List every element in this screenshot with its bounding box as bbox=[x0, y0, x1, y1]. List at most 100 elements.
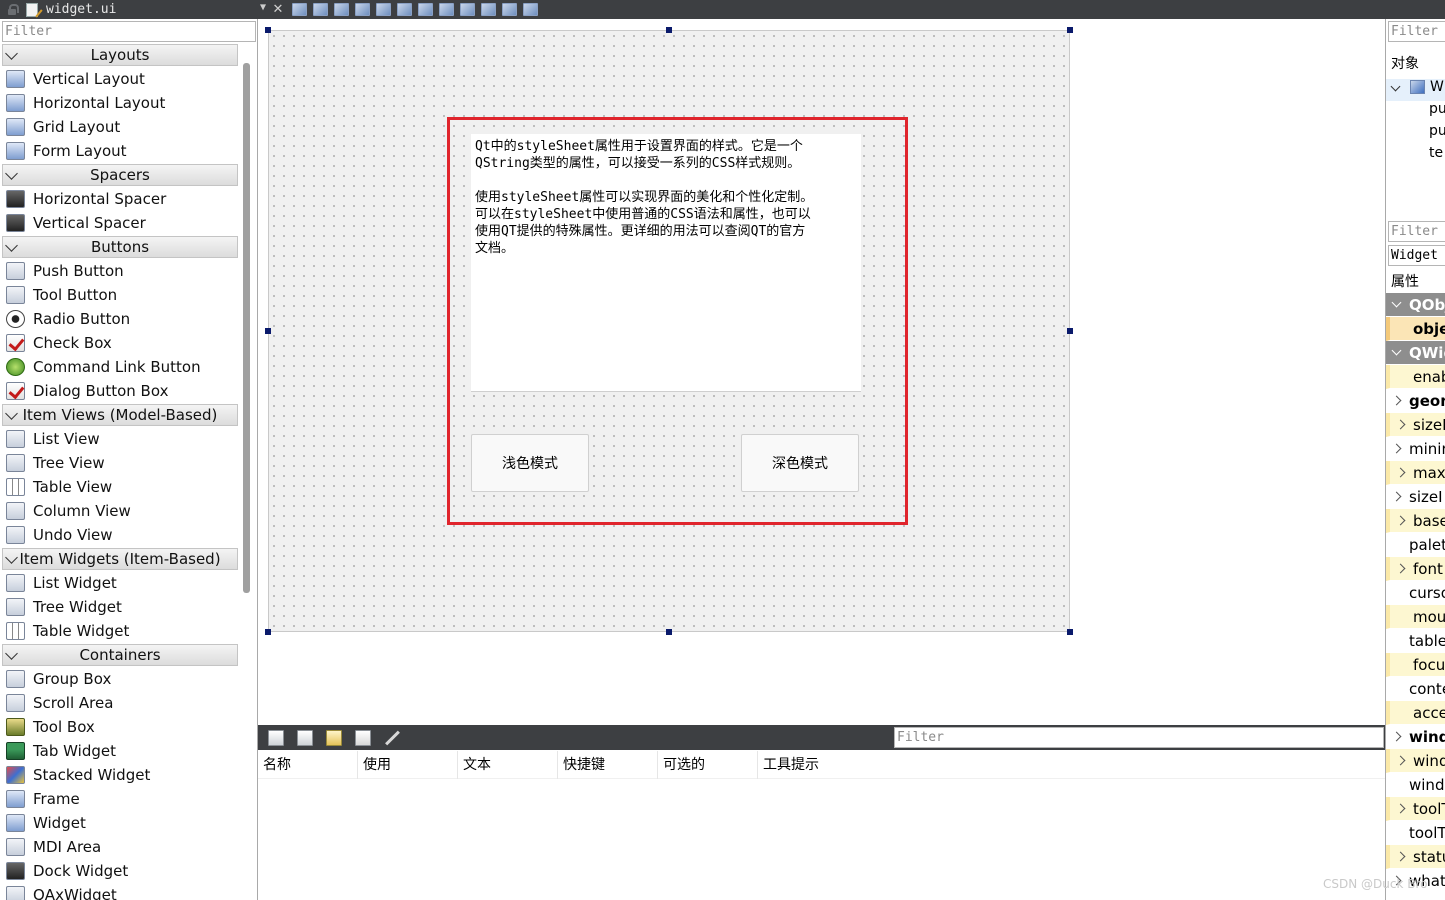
chevron-down-icon[interactable] bbox=[5, 239, 18, 252]
configure-icon[interactable] bbox=[384, 730, 400, 746]
column-header[interactable]: 使用 bbox=[358, 751, 458, 779]
widget-box-item[interactable]: Push Button bbox=[0, 259, 240, 283]
property-row[interactable]: sizeI bbox=[1386, 485, 1445, 509]
category-header[interactable]: Buttons bbox=[2, 236, 238, 258]
property-row[interactable]: obje bbox=[1386, 317, 1445, 341]
property-row[interactable]: base bbox=[1386, 509, 1445, 533]
widget-box-item[interactable]: Tool Button bbox=[0, 283, 240, 307]
light-mode-button[interactable]: 浅色模式 bbox=[471, 434, 589, 492]
column-header[interactable]: 快捷键 bbox=[558, 751, 658, 779]
chevron-right-icon[interactable] bbox=[1391, 731, 1402, 742]
chevron-down-icon[interactable]: ▼ bbox=[260, 2, 266, 13]
widget-box-item[interactable]: Grid Layout bbox=[0, 115, 240, 139]
dark-mode-button[interactable]: 深色模式 bbox=[741, 434, 859, 492]
property-row[interactable]: palet bbox=[1386, 533, 1445, 557]
property-row[interactable]: wind bbox=[1386, 773, 1445, 797]
property-row[interactable]: wind bbox=[1386, 749, 1445, 773]
property-row[interactable]: table bbox=[1386, 629, 1445, 653]
widget-box-item[interactable]: Horizontal Layout bbox=[0, 91, 240, 115]
object-filter-input[interactable]: Filter bbox=[1388, 21, 1445, 42]
chevron-right-icon[interactable] bbox=[1395, 803, 1406, 814]
widget-box-item[interactable]: Radio Button bbox=[0, 307, 240, 331]
widget-box-item[interactable]: Table View bbox=[0, 475, 240, 499]
property-row[interactable]: font bbox=[1386, 557, 1445, 581]
widget-box-item[interactable]: Scroll Area bbox=[0, 691, 240, 715]
tree-row[interactable]: pu bbox=[1386, 101, 1445, 123]
widget-box-item[interactable]: Group Box bbox=[0, 667, 240, 691]
property-row[interactable]: toolT bbox=[1386, 797, 1445, 821]
property-row[interactable]: QWid bbox=[1386, 341, 1445, 365]
widget-box-item[interactable]: Tab Widget bbox=[0, 739, 240, 763]
widget-box-scrollbar[interactable] bbox=[243, 63, 250, 593]
chevron-right-icon[interactable] bbox=[1391, 395, 1402, 406]
widget-box-item[interactable]: List View bbox=[0, 427, 240, 451]
chevron-right-icon[interactable] bbox=[1395, 419, 1406, 430]
property-row[interactable]: statu bbox=[1386, 845, 1445, 869]
category-header[interactable]: Item Views (Model-Based) bbox=[2, 404, 238, 426]
property-row[interactable]: conte bbox=[1386, 677, 1445, 701]
chevron-down-icon[interactable] bbox=[1390, 81, 1401, 92]
widget-box-item[interactable]: Tool Box bbox=[0, 715, 240, 739]
chevron-down-icon[interactable] bbox=[1391, 345, 1402, 356]
chevron-right-icon[interactable] bbox=[1391, 443, 1402, 454]
resize-handle[interactable] bbox=[666, 629, 672, 635]
widget-box-item[interactable]: Widget bbox=[0, 811, 240, 835]
chevron-down-icon[interactable] bbox=[1391, 297, 1402, 308]
layout-horizontal-icon[interactable] bbox=[376, 3, 391, 16]
edit-buddies-icon[interactable] bbox=[334, 3, 349, 16]
property-row[interactable]: sizeP bbox=[1386, 413, 1445, 437]
category-header[interactable]: Layouts bbox=[2, 44, 238, 66]
widget-box-item[interactable]: Column View bbox=[0, 499, 240, 523]
column-header[interactable]: 文本 bbox=[458, 751, 558, 779]
category-header[interactable]: Spacers bbox=[2, 164, 238, 186]
chevron-right-icon[interactable] bbox=[1395, 515, 1406, 526]
chevron-down-icon[interactable] bbox=[5, 551, 18, 564]
edit-widgets-icon[interactable] bbox=[292, 3, 307, 16]
widget-box-item[interactable]: Stacked Widget bbox=[0, 763, 240, 787]
widget-box-item[interactable]: Check Box bbox=[0, 331, 240, 355]
property-filter-input[interactable]: Filter bbox=[1388, 221, 1445, 242]
edit-signals-icon[interactable] bbox=[313, 3, 328, 16]
widget-box-item[interactable]: List Widget bbox=[0, 571, 240, 595]
resize-handle[interactable] bbox=[666, 27, 672, 33]
column-header[interactable]: 工具提示 bbox=[758, 751, 858, 779]
tree-row[interactable]: pu bbox=[1386, 123, 1445, 145]
break-layout-icon[interactable] bbox=[502, 3, 517, 16]
property-row[interactable]: accep bbox=[1386, 701, 1445, 725]
column-header[interactable]: 名称 bbox=[258, 751, 358, 779]
tree-row-widget[interactable]: W bbox=[1386, 79, 1445, 101]
edit-tab-order-icon[interactable] bbox=[355, 3, 370, 16]
widget-box-item[interactable]: Frame bbox=[0, 787, 240, 811]
text-edit[interactable]: Qt中的styleSheet属性用于设置界面的样式。它是一个 QString类型… bbox=[471, 134, 861, 392]
paste-action-icon[interactable] bbox=[326, 729, 342, 746]
widget-box-item[interactable]: Vertical Layout bbox=[0, 67, 240, 91]
widget-box-item[interactable]: Command Link Button bbox=[0, 355, 240, 379]
copy-action-icon[interactable] bbox=[297, 729, 313, 746]
action-filter-input[interactable]: Filter bbox=[894, 727, 1384, 748]
property-row[interactable]: maxi bbox=[1386, 461, 1445, 485]
tree-row[interactable]: te bbox=[1386, 145, 1445, 167]
widget-box-item[interactable]: Tree View bbox=[0, 451, 240, 475]
widget-box-item[interactable]: Dock Widget bbox=[0, 859, 240, 883]
property-row[interactable]: toolT bbox=[1386, 821, 1445, 845]
adjust-size-icon[interactable] bbox=[523, 3, 538, 16]
layout-vertical-icon[interactable] bbox=[397, 3, 412, 16]
property-row[interactable]: minir bbox=[1386, 437, 1445, 461]
close-icon[interactable]: ✕ bbox=[270, 2, 286, 17]
widget-box-item[interactable]: Horizontal Spacer bbox=[0, 187, 240, 211]
chevron-down-icon[interactable] bbox=[5, 647, 18, 660]
column-header[interactable]: 可选的 bbox=[658, 751, 758, 779]
resize-handle[interactable] bbox=[265, 328, 271, 334]
property-row[interactable]: mous bbox=[1386, 605, 1445, 629]
property-row[interactable]: curso bbox=[1386, 581, 1445, 605]
widget-box-item[interactable]: Dialog Button Box bbox=[0, 379, 240, 403]
resize-handle[interactable] bbox=[265, 629, 271, 635]
widget-box-item[interactable]: Tree Widget bbox=[0, 595, 240, 619]
file-tab[interactable]: widget.ui ▼ bbox=[0, 0, 270, 19]
new-action-icon[interactable] bbox=[268, 729, 284, 746]
property-row[interactable]: focus bbox=[1386, 653, 1445, 677]
category-header[interactable]: Item Widgets (Item-Based) bbox=[2, 548, 238, 570]
chevron-right-icon[interactable] bbox=[1395, 851, 1406, 862]
widget-box-item[interactable]: Table Widget bbox=[0, 619, 240, 643]
property-row[interactable]: QObj bbox=[1386, 293, 1445, 317]
